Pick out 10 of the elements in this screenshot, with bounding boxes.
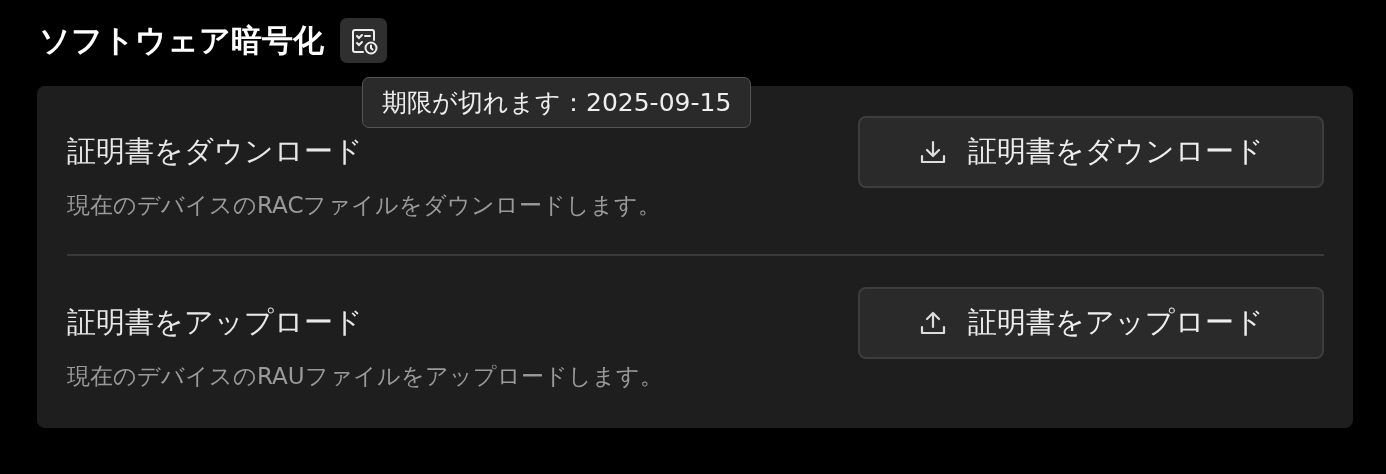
row-title: 証明書をアップロード [67, 304, 364, 341]
row-description: 現在のデバイスのRAUファイルをアップロードします。 [67, 362, 663, 391]
row-title: 証明書をダウンロード [67, 133, 364, 170]
tooltip: 期限が切れます：2025-09-15 [362, 77, 752, 128]
upload-button[interactable]: 証明書をアップロード [858, 287, 1324, 359]
section-title: ソフトウェア暗号化 [39, 20, 324, 60]
expiry-button[interactable] [340, 18, 387, 63]
row-description: 現在のデバイスのRACファイルをダウンロードします。 [67, 191, 662, 220]
checklist-clock-icon [349, 26, 378, 55]
download-button[interactable]: 証明書をダウンロード [858, 116, 1324, 188]
